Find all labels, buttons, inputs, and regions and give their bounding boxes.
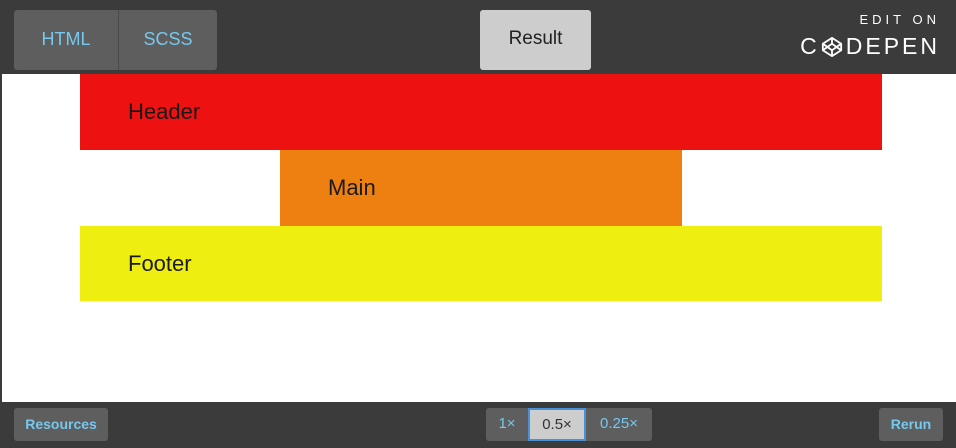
main-text: Main	[328, 175, 376, 200]
resources-button[interactable]: Resources	[14, 408, 108, 441]
codepen-brand-right: DEPEN	[845, 33, 940, 59]
header-text: Header	[128, 99, 201, 124]
main-block: Main	[280, 150, 682, 226]
tab-html[interactable]: HTML	[14, 10, 119, 70]
result-preview: Header Main Footer	[0, 74, 956, 402]
result-button[interactable]: Result	[480, 10, 591, 70]
zoom-0.25x-button[interactable]: 0.25×	[586, 408, 652, 441]
footer-block: Footer	[80, 226, 882, 301]
zoom-controls: 1× 0.5× 0.25×	[486, 408, 652, 441]
top-toolbar: HTML SCSS Result EDIT ON C DEPEN	[0, 0, 956, 74]
codepen-logo: C DEPEN	[800, 33, 940, 60]
edit-on-codepen-link[interactable]: EDIT ON C DEPEN	[790, 12, 940, 62]
tab-scss[interactable]: SCSS	[119, 10, 217, 70]
edit-on-label: EDIT ON	[859, 12, 940, 27]
editor-tabs: HTML SCSS	[14, 10, 217, 70]
footer-text: Footer	[128, 250, 192, 276]
zoom-1x-button[interactable]: 1×	[486, 408, 528, 441]
header-block: Header	[80, 74, 882, 150]
codepen-cube-icon	[821, 36, 842, 57]
bottom-toolbar: Resources 1× 0.5× 0.25× Rerun	[0, 402, 956, 448]
codepen-brand-left: C	[800, 33, 820, 59]
rerun-button[interactable]: Rerun	[879, 408, 943, 441]
zoom-0.5x-button[interactable]: 0.5×	[528, 408, 586, 441]
